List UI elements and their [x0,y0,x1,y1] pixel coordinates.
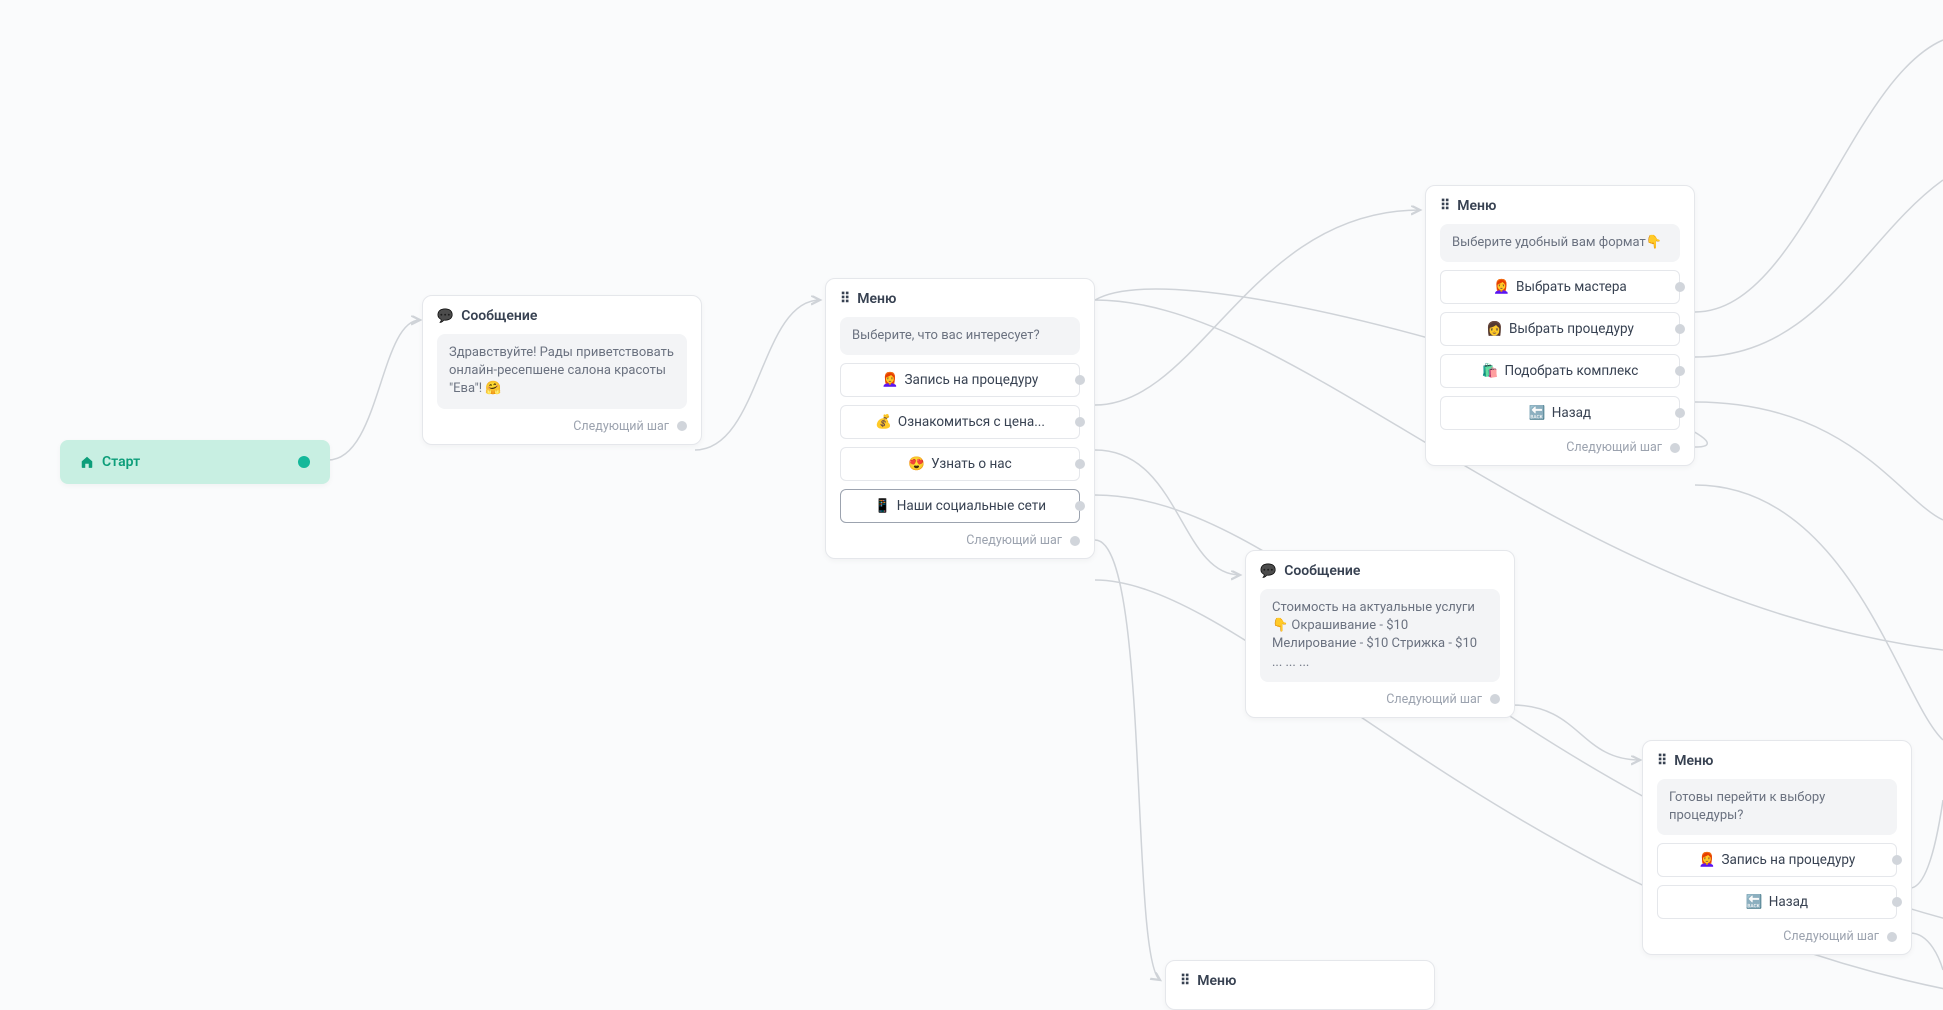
node-title: Сообщение [1284,563,1360,579]
message-body: Здравствуйте! Рады приветствовать онлайн… [437,334,687,409]
speech-icon [1260,563,1276,579]
menu-prompt: Выберите удобный вам формат👇 [1440,224,1680,262]
next-step: Следующий шаг [1440,440,1680,455]
menu-prompt: Готовы перейти к выбору процедуры? [1657,779,1897,835]
speech-icon [437,308,453,324]
menu-button[interactable]: 💰 Ознакомиться с цена... [840,405,1080,439]
message-node-2[interactable]: Сообщение Стоимость на актуальные услуги… [1245,550,1515,718]
menu-button[interactable]: 😍 Узнать о нас [840,447,1080,481]
port-out[interactable] [1675,408,1685,418]
menu-button-back[interactable]: 🔙 Назад [1440,396,1680,430]
port-out[interactable] [1070,536,1080,546]
drag-icon [1180,973,1189,989]
drag-icon [840,291,849,307]
next-step: Следующий шаг [1657,929,1897,944]
menu-button[interactable]: 📱 Наши социальные сети [840,489,1080,523]
node-header: Меню [840,291,1080,307]
port-out[interactable] [1490,694,1500,704]
port-out[interactable] [1675,366,1685,376]
message-body: Стоимость на актуальные услуги👇 Окрашива… [1260,589,1500,682]
node-header: Меню [1440,198,1680,214]
port-out[interactable] [1675,282,1685,292]
port-out[interactable] [1075,459,1085,469]
next-step: Следующий шаг [1260,692,1500,707]
port-out[interactable] [1670,443,1680,453]
port-out[interactable] [1075,417,1085,427]
node-header: Сообщение [437,308,687,324]
port-out[interactable] [677,421,687,431]
node-title: Меню [1674,753,1713,769]
menu-button[interactable]: 👩‍🦰 Выбрать мастера [1440,270,1680,304]
menu-node-3[interactable]: Меню Готовы перейти к выбору процедуры? … [1642,740,1912,955]
port-out[interactable] [1892,855,1902,865]
drag-icon [1657,753,1666,769]
start-label: Старт [102,454,140,470]
menu-button[interactable]: 👩‍🦰 Запись на процедуру [840,363,1080,397]
port-out[interactable] [1075,501,1085,511]
port-out[interactable] [1887,932,1897,942]
node-title: Меню [1457,198,1496,214]
menu-prompt: Выберите, что вас интересует? [840,317,1080,355]
start-node[interactable]: Старт [60,440,330,484]
menu-button-back[interactable]: 🔙 Назад [1657,885,1897,919]
flow-canvas[interactable]: Старт Сообщение Здравствуйте! Рады приве… [0,0,1943,1004]
menu-node-4[interactable]: Меню [1165,960,1435,1010]
node-title: Меню [857,291,896,307]
node-title: Сообщение [461,308,537,324]
menu-button[interactable]: 👩‍🦰 Запись на процедуру [1657,843,1897,877]
next-step: Следующий шаг [840,533,1080,548]
menu-node-2[interactable]: Меню Выберите удобный вам формат👇 👩‍🦰 Вы… [1425,185,1695,466]
menu-button[interactable]: 🛍️ Подобрать комплекс [1440,354,1680,388]
node-header: Меню [1657,753,1897,769]
port-out[interactable] [1675,324,1685,334]
port-out[interactable] [1892,897,1902,907]
menu-button[interactable]: 👩 Выбрать процедуру [1440,312,1680,346]
port-out[interactable] [1075,375,1085,385]
drag-icon [1440,198,1449,214]
node-title: Меню [1197,973,1236,989]
message-node-1[interactable]: Сообщение Здравствуйте! Рады приветствов… [422,295,702,445]
node-header: Сообщение [1260,563,1500,579]
menu-node-1[interactable]: Меню Выберите, что вас интересует? 👩‍🦰 З… [825,278,1095,559]
next-step: Следующий шаг [437,419,687,434]
home-icon [80,455,94,469]
node-header: Меню [1180,973,1420,989]
port-out[interactable] [298,456,310,468]
